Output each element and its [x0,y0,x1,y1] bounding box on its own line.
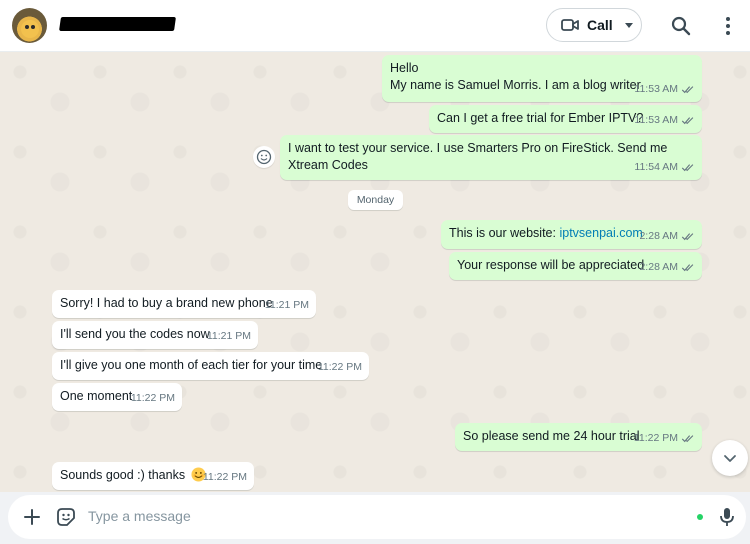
message-meta: 11:54 AM [634,159,695,176]
incoming-message[interactable]: Sorry! I had to buy a brand new phone 11… [52,290,316,318]
message-time: 11:21 PM [206,330,251,342]
microphone-icon[interactable] [715,505,739,529]
message-time: 11:22 PM [130,392,175,404]
kebab-menu-icon[interactable] [716,14,740,38]
double-check-icon [681,117,694,125]
call-button-label: Call [587,17,613,33]
outgoing-message[interactable]: So please send me 24 hour trial 11:22 PM [455,423,702,451]
message-meta: 11:22 PM [318,359,362,376]
incoming-message[interactable]: Sounds good :) thanks 11:22 PM [52,462,254,490]
plus-icon[interactable] [20,505,44,529]
double-check-icon [681,86,694,94]
message-time: 2:28 AM [639,261,678,273]
double-check-icon [681,233,694,241]
outgoing-message[interactable]: This is our website: iptvsenpai.com 2:28… [441,220,702,249]
message-time: 11:22 PM [317,361,362,373]
message-composer: Type a message [0,492,750,544]
message-input[interactable]: Type a message [88,508,191,524]
message-list[interactable]: Hello My name is Samuel Morris. I am a b… [0,52,750,492]
message-time: 11:21 PM [264,299,309,311]
outgoing-message[interactable]: Your response will be appreciated 2:28 A… [449,252,702,280]
double-check-icon [681,164,694,172]
message-meta: 11:22 PM [131,390,175,407]
message-meta: 2:28 AM [639,228,695,245]
message-meta: 11:53 AM [634,112,695,129]
video-camera-icon [561,19,579,31]
outgoing-message[interactable]: Can I get a free trial for Ember IPTV? 1… [429,105,702,133]
message-time: 2:28 AM [639,230,678,242]
outgoing-message[interactable]: I want to test your service. I use Smart… [280,135,702,180]
message-text: So please send me 24 hour trial [463,429,640,443]
message-text: Your response will be appreciated [457,258,645,272]
message-time: 11:54 AM [634,161,678,173]
incoming-message[interactable]: I'll give you one month of each tier for… [52,352,369,380]
double-check-icon [681,435,694,443]
message-text: One moment [60,389,133,403]
sticker-icon[interactable] [54,505,78,529]
message-text: I want to test your service. I use Smart… [288,141,668,155]
message-meta: 11:21 PM [207,328,251,345]
message-text: I'll give you one month of each tier for… [60,358,323,372]
status-dot [697,514,703,520]
message-meta: 2:28 AM [639,259,695,276]
incoming-message[interactable]: I'll send you the codes now 11:21 PM [52,321,258,349]
message-time: 11:53 AM [634,83,678,95]
message-time: 11:22 PM [633,432,678,444]
composer-box: Type a message [8,495,746,539]
message-text: This is our website: [449,226,560,240]
website-link[interactable]: iptvsenpai.com [559,226,642,240]
chat-header: Call [0,0,750,52]
emoji-react-icon [256,149,272,165]
message-text: Hello [390,61,419,75]
message-time: 11:53 AM [634,114,678,126]
outgoing-message[interactable]: Hello My name is Samuel Morris. I am a b… [382,55,702,102]
incoming-message[interactable]: One moment 11:22 PM [52,383,182,411]
message-meta: 11:21 PM [265,297,309,314]
search-icon[interactable] [669,14,693,38]
redacted-contact-name[interactable] [59,17,176,31]
chevron-down-icon [624,22,633,28]
contact-avatar[interactable] [12,8,47,43]
message-text: Sorry! I had to buy a brand new phone [60,296,273,310]
message-time: 11:22 PM [202,471,247,483]
emoji-react-button[interactable] [253,146,275,168]
message-meta: 11:22 PM [203,469,247,486]
chevron-down-icon [724,455,736,462]
scroll-to-bottom-button[interactable] [712,440,748,476]
call-button[interactable]: Call [546,8,642,42]
date-separator: Monday [348,190,403,210]
message-text: Can I get a free trial for Ember IPTV? [437,111,644,125]
message-meta: 11:53 AM [634,81,695,98]
message-meta: 11:22 PM [634,430,695,447]
double-check-icon [681,264,694,272]
message-text: I'll send you the codes now [60,327,210,341]
message-text: Sounds good :) thanks [60,468,186,482]
